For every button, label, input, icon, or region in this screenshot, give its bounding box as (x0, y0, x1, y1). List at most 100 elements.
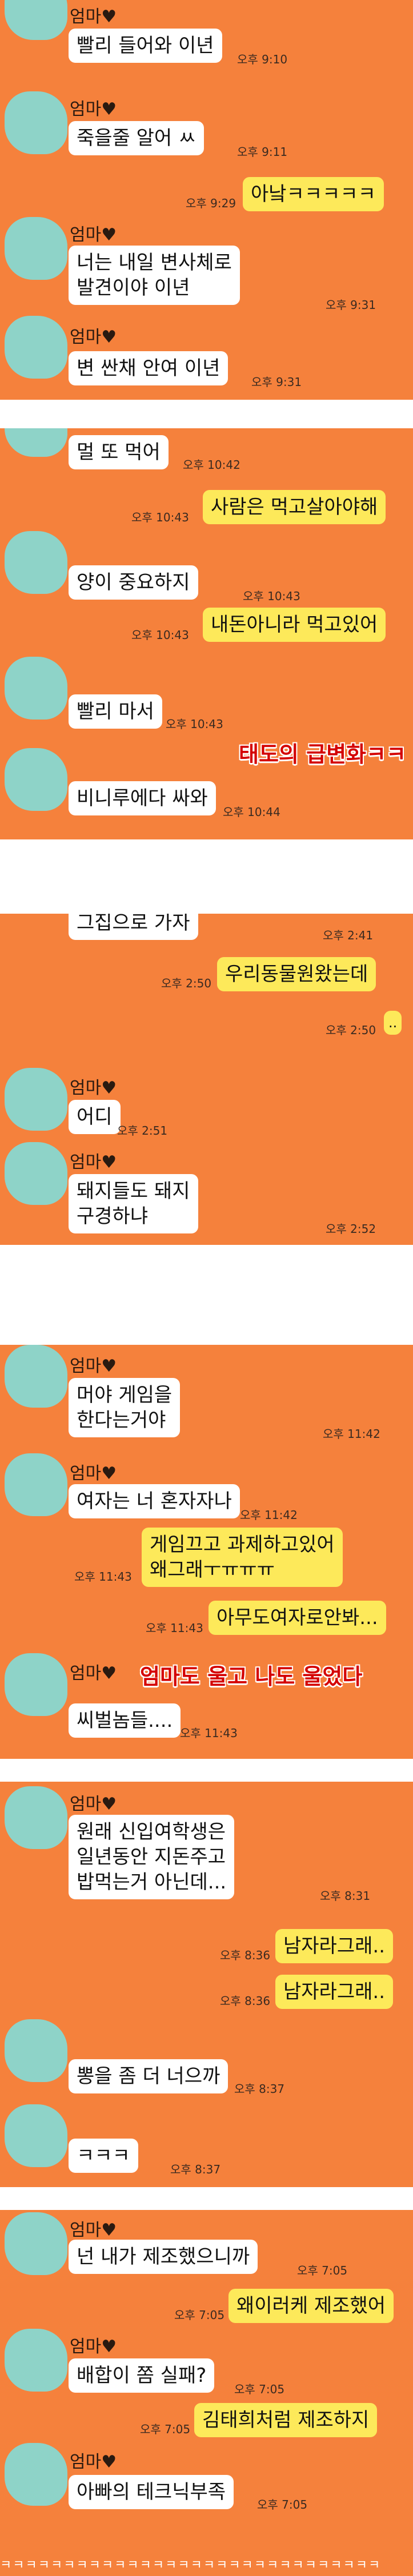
sender-name: 엄마♥ (70, 2452, 117, 2472)
message-bubble[interactable]: 사람은 먹고살아야해 (203, 490, 386, 524)
avatar[interactable] (5, 1453, 67, 1516)
message-time: 오후 8:36 (220, 1948, 271, 1962)
message-time: 오후 2:51 (117, 1124, 168, 1138)
divider (0, 400, 413, 428)
message-bubble[interactable]: 돼지들도 돼지 구경하냐 (69, 1174, 198, 1233)
chat-screenshot-4: 엄마♥ 머야 게임을 한다는거야 오후 11:42 엄마♥ 여자는 너 혼자자나… (0, 1345, 413, 1759)
message-time: 오후 10:43 (243, 589, 300, 603)
message-bubble[interactable]: 빨리 마서 (69, 694, 162, 729)
message-bubble[interactable]: 원래 신입여학생은 일년동안 지돈주고 밥먹는거 아닌데... (69, 1815, 235, 1899)
message-bubble[interactable]: 비니루에다 싸와 (69, 781, 216, 815)
message-time: 오후 9:11 (237, 145, 288, 159)
caption-overlay: 엄마도 울고 나도 울었다 (140, 1664, 363, 1689)
message-bubble[interactable]: 내돈아니라 먹고있어 (203, 608, 386, 642)
avatar[interactable] (5, 428, 67, 457)
message-bubble[interactable]: ㅋㅋㅋ (69, 2139, 138, 2173)
message-time: 오후 9:31 (326, 298, 376, 312)
avatar[interactable] (5, 1068, 67, 1131)
divider (0, 2187, 413, 2210)
message-bubble[interactable]: 머야 게임을 한다는거야 (69, 1378, 181, 1437)
message-bubble[interactable]: 그집으로 가자 (69, 914, 198, 940)
footer-laugh-strip: ㅋㅋㅋㅋㅋㅋㅋㅋㅋㅋㅋㅋㅋㅋㅋㅋㅋㅋㅋㅋㅋㅋㅋㅋㅋㅋㅋㅋㅋㅋ (0, 2547, 413, 2576)
sender-name: 엄마♥ (70, 1152, 117, 1172)
avatar[interactable] (5, 1786, 67, 1849)
message-bubble[interactable]: 너는 내일 변사체로 발견이야 이년 (69, 246, 240, 305)
message-time: 오후 7:05 (234, 2382, 285, 2396)
message-time: 오후 7:05 (297, 2264, 348, 2277)
message-time: 오후 10:44 (223, 805, 280, 819)
chat-screenshot-6: 엄마♥ 넌 내가 제조했으니까 오후 7:05 오후 7:05 왜이러케 제조했… (0, 2210, 413, 2547)
message-bubble[interactable]: 변 싼채 안여 이년 (69, 351, 228, 385)
sender-name: 엄마♥ (70, 225, 117, 245)
message-time: 오후 2:50 (326, 1023, 376, 1037)
message-time: 오후 11:43 (74, 1570, 132, 1584)
chat-screenshot-3: 그집으로 가자 오후 2:41 오후 2:50 우리동물원왔는데 오후 2:50… (0, 914, 413, 1245)
message-bubble[interactable]: 빨리 들어와 이년 (69, 29, 222, 63)
avatar[interactable] (5, 217, 67, 280)
message-time: 오후 10:43 (131, 628, 189, 642)
message-bubble[interactable]: 아빠의 테크닉부족 (69, 2475, 234, 2509)
message-time: 오후 11:42 (240, 1508, 298, 1522)
message-bubble[interactable]: 아무도여자로안봐... (208, 1601, 386, 1635)
avatar[interactable] (5, 2329, 67, 2392)
avatar[interactable] (5, 2104, 67, 2167)
avatar[interactable] (5, 1653, 67, 1716)
message-bubble[interactable]: 왜이러케 제조했어 (228, 2289, 394, 2323)
message-bubble[interactable]: 게임끄고 과제하고있어 왜그래ㅜㅠㅠㅠ (142, 1528, 343, 1587)
message-time: 오후 9:29 (186, 196, 236, 210)
sender-name: 엄마♥ (70, 7, 117, 27)
message-bubble[interactable]: 여자는 너 혼자자나 (69, 1484, 240, 1518)
divider (0, 1245, 413, 1345)
avatar[interactable] (5, 2212, 67, 2275)
sender-name: 엄마♥ (70, 1356, 117, 1376)
divider (0, 839, 413, 914)
message-bubble[interactable]: 뽕을 좀 더 너으까 (69, 2059, 228, 2093)
message-time: 오후 9:31 (251, 375, 302, 389)
avatar[interactable] (5, 0, 67, 40)
sender-name: 엄마♥ (70, 2220, 117, 2240)
avatar[interactable] (5, 657, 67, 720)
chat-screenshot-2: 멀 또 먹어 오후 10:42 오후 10:43 사람은 먹고살아야해 양이 중… (0, 428, 413, 839)
sender-name: 엄마♥ (70, 99, 117, 119)
message-bubble[interactable]: 배합이 쫌 실패? (69, 2358, 215, 2393)
message-time: 오후 9:10 (237, 53, 288, 66)
message-bubble[interactable]: 어디 (69, 1100, 121, 1134)
message-time: 오후 2:52 (326, 1222, 376, 1236)
sender-name: 엄마♥ (70, 2337, 117, 2357)
message-time: 오후 2:41 (323, 929, 374, 942)
avatar[interactable] (5, 316, 67, 379)
caption-overlay: 태도의 급변화ㅋㅋ (239, 742, 406, 767)
message-time: 오후 10:43 (166, 717, 223, 731)
avatar[interactable] (5, 531, 67, 594)
message-bubble[interactable]: 아낰ㅋㅋㅋㅋㅋ (243, 177, 384, 211)
message-time: 오후 8:36 (220, 1994, 271, 2008)
message-bubble[interactable]: 남자라그래.. (275, 1929, 394, 1963)
message-bubble[interactable]: 넌 내가 제조했으니까 (69, 2240, 258, 2274)
message-time: 오후 11:43 (180, 1726, 238, 1740)
avatar[interactable] (5, 1345, 67, 1408)
avatar[interactable] (5, 748, 67, 811)
message-bubble[interactable]: 씨벌놈들.... (69, 1703, 181, 1738)
sender-name: 엄마♥ (70, 327, 117, 347)
message-time: 오후 7:05 (140, 2422, 191, 2436)
avatar[interactable] (5, 2443, 67, 2506)
message-bubble[interactable]: 김태희처럼 제조하지 (194, 2403, 378, 2437)
message-bubble[interactable]: 양이 중요하지 (69, 565, 198, 600)
message-time: 오후 10:43 (131, 511, 189, 524)
message-time: 오후 11:43 (146, 1621, 203, 1635)
message-bubble[interactable]: 남자라그래.. (275, 1975, 394, 2009)
message-time: 오후 8:31 (320, 1889, 371, 1903)
message-bubble[interactable]: .. (384, 1011, 402, 1035)
divider (0, 1759, 413, 1782)
message-time: 오후 11:42 (323, 1427, 380, 1441)
message-time: 오후 2:50 (161, 976, 212, 990)
sender-name: 엄마♥ (70, 1464, 117, 1484)
avatar[interactable] (5, 91, 67, 154)
avatar[interactable] (5, 2019, 67, 2082)
message-bubble[interactable]: 죽을줄 알어 ㅆ (69, 121, 205, 155)
message-bubble[interactable]: 우리동물원왔는데 (217, 957, 376, 991)
chat-screenshot-1: 엄마♥ 빨리 들어와 이년 오후 9:10 엄마♥ 죽을줄 알어 ㅆ 오후 9:… (0, 0, 413, 400)
message-bubble[interactable]: 멀 또 먹어 (69, 435, 169, 469)
avatar[interactable] (5, 1142, 67, 1205)
message-time: 오후 8:37 (170, 2163, 221, 2176)
